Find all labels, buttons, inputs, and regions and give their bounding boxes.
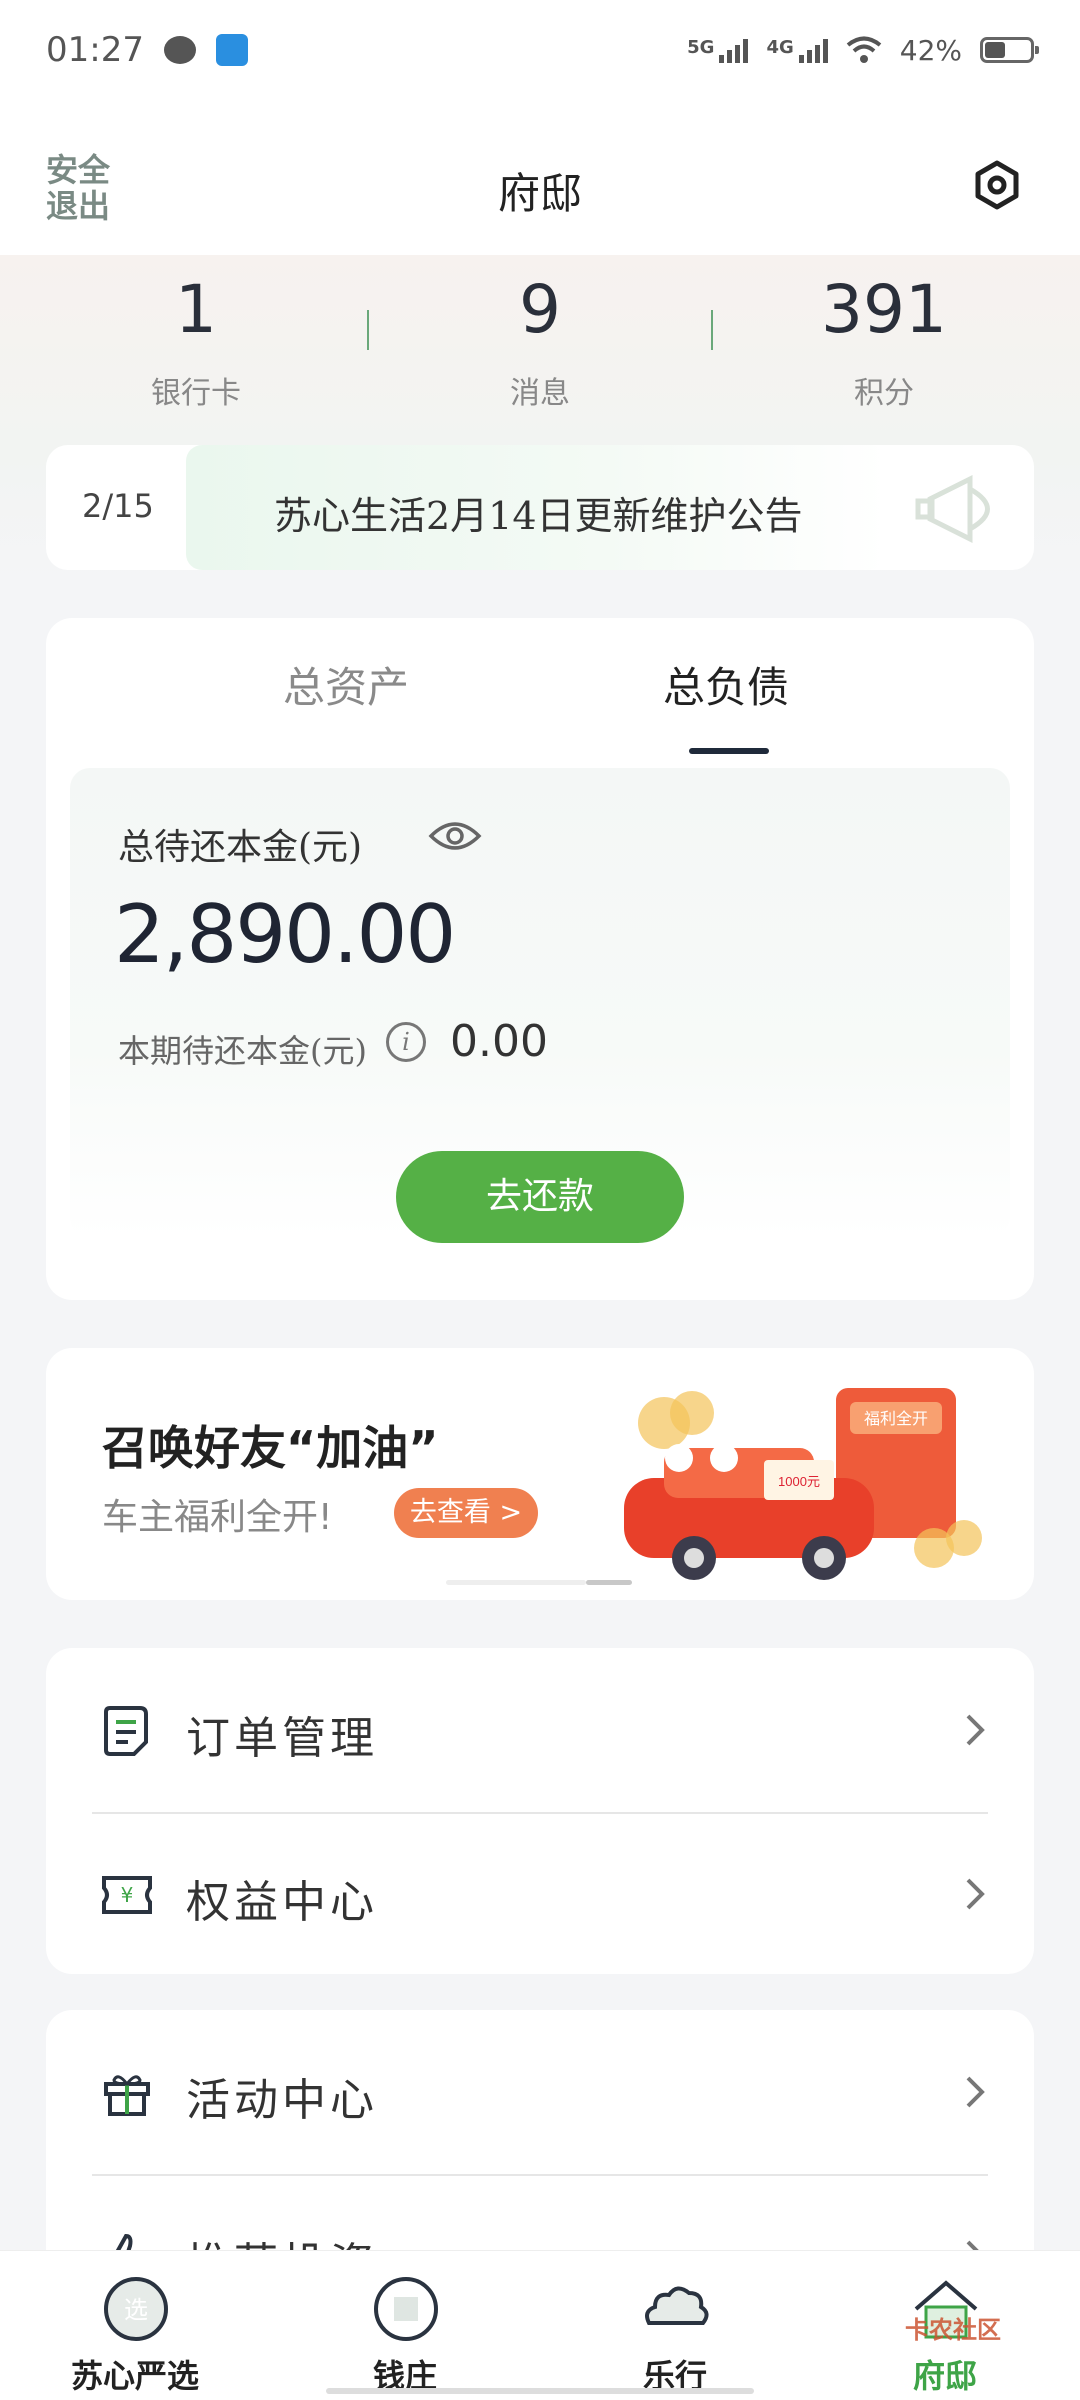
chevron-right-icon: [966, 1878, 985, 1910]
notice-text[interactable]: 苏心生活2月14日更新维护公告: [274, 485, 803, 540]
document-icon: [104, 1706, 148, 1756]
status-time: 01:27: [46, 30, 144, 70]
status-bar: 01:27 5G 4G 42%: [0, 0, 1080, 100]
tab-total-liabilities[interactable]: 总负债: [576, 654, 876, 715]
period-principal-label: 本期待还本金(元): [118, 1032, 367, 1070]
menu-item-benefits-center[interactable]: ¥ 权益中心: [46, 1812, 1034, 1976]
menu-item-activity-center[interactable]: 活动中心: [46, 2010, 1034, 2174]
tab-qianzhuang[interactable]: 钱庄: [270, 2251, 540, 2400]
active-tab-indicator: [689, 748, 769, 754]
cloud-icon: [645, 2286, 709, 2325]
menu-item-order-management[interactable]: 订单管理: [46, 1648, 1034, 1812]
menu-label: 权益中心: [186, 1877, 378, 1928]
chevron-right-icon: [966, 2076, 985, 2108]
divider: [711, 310, 713, 350]
banner-subtitle: 车主福利全开!: [102, 1497, 333, 1538]
divider: [367, 310, 369, 350]
notice-page-indicator: 2/15: [82, 487, 154, 525]
total-principal-amount: 2,890.00: [114, 888, 456, 981]
menu-label: 订单管理: [186, 1713, 378, 1764]
app-notification-icon: [215, 34, 248, 66]
banner-art-sign: 福利全开: [864, 1410, 928, 1428]
chat-notification-icon: [163, 36, 196, 64]
page-title: 府邸: [497, 169, 582, 218]
eye-icon[interactable]: [428, 816, 482, 856]
info-icon[interactable]: i: [386, 1022, 426, 1062]
total-principal-label: 总待还本金(元): [118, 827, 363, 868]
stat-bank-cards[interactable]: 1 银行卡: [46, 270, 346, 412]
repay-button[interactable]: 去还款: [396, 1151, 684, 1243]
notice-bar[interactable]: 2/15 苏心生活2月14日更新维护公告: [46, 445, 1034, 570]
banner-title: 召唤好友“加油”: [102, 1421, 439, 1475]
signal-5g-icon: 5G: [687, 37, 749, 63]
promo-banner[interactable]: 召唤好友“加油” 车主福利全开! 去查看 > 福利全开 1000元: [46, 1348, 1034, 1600]
menu-label: 活动中心: [186, 2075, 378, 2126]
tab-label: 苏心严选: [70, 2357, 199, 2395]
tab-label: 府邸: [912, 2357, 977, 2395]
stat-points[interactable]: 391 积分: [734, 270, 1034, 412]
finance-card: 总资产 总负债 总待还本金(元) 2,890.00 本期待还本金(元) i 0.…: [46, 618, 1034, 1300]
tab-total-assets[interactable]: 总资产: [196, 654, 496, 715]
period-principal-amount: 0.00: [450, 1016, 548, 1067]
stat-messages[interactable]: 9 消息: [390, 270, 690, 412]
menu-group-orders: 订单管理 ¥ 权益中心: [46, 1648, 1034, 1974]
ticket-icon: ¥: [102, 1876, 152, 1914]
battery-percent: 42%: [899, 33, 962, 67]
coin-icon: [374, 2277, 438, 2341]
debt-panel: 总待还本金(元) 2,890.00 本期待还本金(元) i 0.00 去还款: [70, 768, 1010, 1243]
finance-tabs: 总资产 总负债: [46, 618, 1034, 758]
notice-highlight: 苏心生活2月14日更新维护公告: [186, 445, 886, 570]
page-header: 安全退出 府邸: [0, 100, 1080, 255]
select-icon: 选: [104, 2277, 168, 2341]
tab-suxin-select[interactable]: 选 苏心严选: [0, 2251, 270, 2400]
banner-view-button[interactable]: 去查看 >: [394, 1488, 538, 1538]
megaphone-icon: [915, 474, 990, 544]
svg-text:选: 选: [124, 2296, 148, 2324]
battery-icon: [980, 37, 1039, 63]
settings-icon[interactable]: [972, 160, 1022, 210]
watermark: 卡农社区: [905, 2316, 1001, 2344]
gift-icon: [104, 2075, 150, 2116]
banner-pagination: [446, 1580, 636, 1586]
wifi-icon: [846, 36, 882, 63]
tab-lexing[interactable]: 乐行: [540, 2251, 810, 2400]
car-promo-illustration: 福利全开 1000元: [624, 1388, 982, 1580]
banner-art-coupon: 1000元: [778, 1474, 820, 1489]
signal-4g-icon: 4G: [766, 37, 828, 63]
home-indicator[interactable]: [326, 2388, 754, 2394]
chevron-right-icon: [966, 1714, 985, 1746]
svg-text:¥: ¥: [121, 1883, 134, 1907]
